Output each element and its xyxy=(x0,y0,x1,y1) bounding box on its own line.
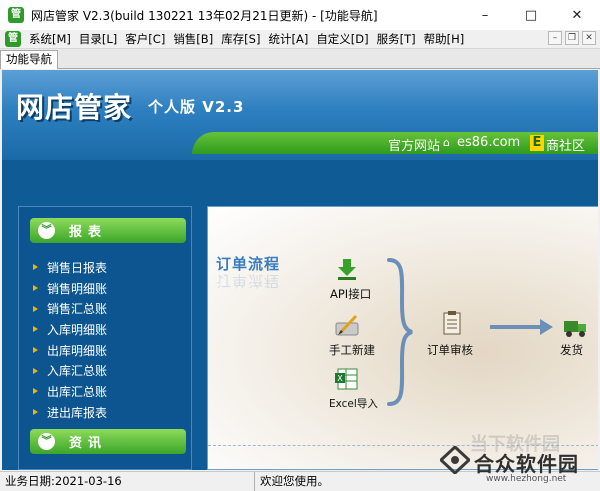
nav-item-outbound-detail[interactable]: 出库明细账 xyxy=(33,340,107,361)
section-news-label: 资讯 xyxy=(69,436,108,451)
nav-item-label: 出库明细账 xyxy=(47,343,108,358)
menu-system[interactable]: 系统[M] xyxy=(26,31,74,47)
nav-item-label: 销售汇总账 xyxy=(47,302,108,317)
bullet-icon xyxy=(33,347,38,354)
menu-customer[interactable]: 客户[C] xyxy=(122,31,168,47)
nav-item-outbound-summary[interactable]: 出库汇总账 xyxy=(33,381,107,402)
arrow-right-icon xyxy=(490,319,553,335)
bullet-icon xyxy=(33,326,38,333)
menu-help[interactable]: 帮助[H] xyxy=(421,31,468,47)
official-site-link[interactable]: es86.com xyxy=(457,135,520,150)
bullet-icon xyxy=(33,367,38,374)
brand-edition: 个人版 V2.3 xyxy=(148,98,245,116)
menu-statistics[interactable]: 统计[A] xyxy=(265,31,311,47)
menu-custom[interactable]: 自定义[D] xyxy=(313,31,371,47)
nav-item-label: 入库明细账 xyxy=(47,322,108,337)
home-icon: ⌂ xyxy=(443,136,450,149)
menu-inventory[interactable]: 库存[S] xyxy=(218,31,263,47)
nav-item-inbound-summary[interactable]: 入库汇总账 xyxy=(33,360,107,381)
section-reports-header[interactable]: ︾ 报表 xyxy=(30,218,186,243)
api-download-icon[interactable] xyxy=(334,257,360,281)
nav-item-sales-daily[interactable]: 销售日报表 xyxy=(33,257,107,278)
mdi-minimize-button[interactable]: – xyxy=(548,31,562,45)
section-news-header[interactable]: ︾ 资讯 xyxy=(30,429,186,454)
svg-text:X: X xyxy=(337,374,343,383)
main-panel: 网店管家 个人版 V2.3 官方网站 ⌂ es86.com E 商社区 ︾ 报表… xyxy=(2,70,598,470)
watermark-text: 合众软件园 xyxy=(474,452,579,476)
manual-edit-icon[interactable] xyxy=(334,313,360,337)
nav-item-label: 进出库报表 xyxy=(47,405,108,420)
business-date: 业务日期:2021-03-16 xyxy=(0,472,255,491)
brand-logo: 网店管家 xyxy=(16,91,133,124)
nav-item-sales-summary[interactable]: 销售汇总账 xyxy=(33,298,107,319)
chevron-down-icon: ︾ xyxy=(38,222,55,239)
flow-title-reflection: 订单流程 xyxy=(216,272,281,290)
menu-app-icon[interactable]: 管 xyxy=(5,31,21,47)
official-site-label[interactable]: 官方网站 xyxy=(388,135,440,154)
mdi-close-button[interactable]: ✕ xyxy=(582,31,596,45)
window-title: 网店管家 V2.3(build 130221 13年02月21日更新) - [功… xyxy=(31,8,378,23)
excel-import-icon[interactable]: X xyxy=(334,367,360,391)
nav-item-label: 销售日报表 xyxy=(47,260,108,275)
nav-item-label: 入库汇总账 xyxy=(47,364,108,379)
close-button[interactable]: ✕ xyxy=(554,0,600,30)
bullet-icon xyxy=(33,388,38,395)
bullet-icon xyxy=(33,264,38,271)
watermark-url: www.hezhong.net xyxy=(486,474,567,484)
watermark-logo xyxy=(440,446,470,474)
menu-sales[interactable]: 销售[B] xyxy=(170,31,216,47)
ship-label[interactable]: 发货 xyxy=(560,342,583,358)
api-label[interactable]: API接口 xyxy=(330,286,371,302)
order-review-label[interactable]: 订单审核 xyxy=(427,342,473,358)
report-nav: ︾ 报表 销售日报表 销售明细账 销售汇总账 入库明细账 出库明细账 入库汇总账… xyxy=(18,206,192,470)
maximize-button[interactable]: □ xyxy=(508,0,554,30)
nav-item-stock-report[interactable]: 进出库报表 xyxy=(33,402,107,423)
section-reports-label: 报表 xyxy=(69,225,108,240)
e-community-icon: E xyxy=(530,135,544,151)
bullet-icon xyxy=(33,285,38,292)
menu-catalog[interactable]: 目录[L] xyxy=(76,31,120,47)
menu-bar: 管 系统[M] 目录[L] 客户[C] 销售[B] 库存[S] 统计[A] 自定… xyxy=(0,30,600,49)
title-bar: 管 网店管家 V2.3(build 130221 13年02月21日更新) - … xyxy=(0,0,600,30)
merge-brace-icon xyxy=(387,258,413,406)
community-link[interactable]: 商社区 xyxy=(546,135,585,154)
chevron-down-icon: ︾ xyxy=(38,433,55,450)
manual-new-label[interactable]: 手工新建 xyxy=(329,342,375,358)
nav-item-sales-detail[interactable]: 销售明细账 xyxy=(33,278,107,299)
app-logo-icon: 管 xyxy=(8,7,24,23)
mdi-restore-button[interactable]: ❐ xyxy=(565,31,579,45)
tab-function-nav[interactable]: 功能导航 xyxy=(0,50,58,69)
nav-item-inbound-detail[interactable]: 入库明细账 xyxy=(33,319,107,340)
bullet-icon xyxy=(33,409,38,416)
report-list: 销售日报表 销售明细账 销售汇总账 入库明细账 出库明细账 入库汇总账 出库汇总… xyxy=(33,257,107,423)
order-review-icon[interactable] xyxy=(439,311,465,335)
bullet-icon xyxy=(33,305,38,312)
tab-bar: 功能导航 xyxy=(0,49,600,69)
excel-import-label[interactable]: Excel导入 xyxy=(329,396,378,411)
nav-item-label: 出库汇总账 xyxy=(47,384,108,399)
minimize-button[interactable]: – xyxy=(462,0,508,30)
shipping-truck-icon[interactable] xyxy=(562,315,588,339)
nav-item-label: 销售明细账 xyxy=(47,281,108,296)
menu-service[interactable]: 服务[T] xyxy=(374,31,419,47)
